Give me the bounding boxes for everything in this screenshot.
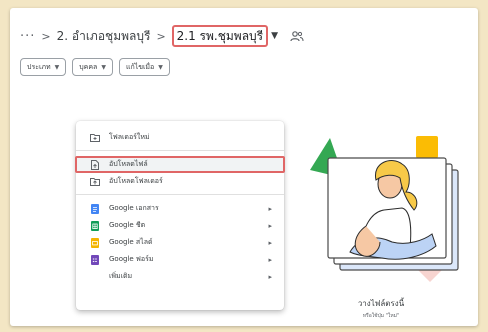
filter-bar: ประเภท ▼ บุคคล ▼ แก้ไขเมื่อ ▼ [20,58,170,76]
breadcrumb-item-current[interactable]: 2.1 รพ.ชุมพลบุรี [171,25,269,47]
filter-people-label: บุคคล [79,62,98,71]
filter-type-chip[interactable]: ประเภท ▼ [20,58,67,76]
google-sheets-icon [90,220,100,231]
menu-item-label: Google เอกสาร [109,204,159,212]
menu-item-label: เพิ่มเติม [109,272,133,280]
menu-item-label: Google สไลด์ [109,238,153,246]
menu-item-label: Google ฟอร์ม [109,255,154,263]
shared-people-icon [290,31,304,42]
menu-item-new-folder[interactable]: โฟลเดอร์ใหม่ [76,129,284,146]
chevron-right-icon: ▸ [268,204,272,213]
file-upload-icon [90,159,100,170]
breadcrumb-more-button[interactable]: ··· [20,29,35,44]
menu-item-label: โฟลเดอร์ใหม่ [109,133,150,141]
drive-window: ··· > 2. อำเภอชุมพลบุรี > 2.1 รพ.ชุมพลบุ… [10,8,478,326]
google-forms-icon [90,254,100,265]
google-slides-icon [90,237,100,248]
breadcrumb-separator: > [156,29,166,43]
menu-item-label: อัปโหลดโฟลเดอร์ [109,177,163,185]
empty-state-subtitle: หรือใช้ปุ่ม "ใหม่" [362,313,400,319]
new-item-menu: โฟลเดอร์ใหม่ อัปโหลดไฟล์ อัปโหลดโฟลเดอร์… [75,121,285,310]
filter-modified-label: แก้ไขเมื่อ [125,62,155,71]
chevron-right-icon: ▸ [268,238,272,247]
menu-item-upload-folder[interactable]: อัปโหลดโฟลเดอร์ [76,173,284,190]
yellow-square-shape [416,136,438,158]
chevron-right-icon: ▸ [268,255,272,264]
menu-divider [76,194,284,195]
filter-type-label: ประเภท [27,62,51,71]
menu-item-label: อัปโหลดไฟล์ [109,160,148,168]
menu-item-google-sheets[interactable]: Google ชีต ▸ [76,217,284,234]
menu-item-google-forms[interactable]: Google ฟอร์ม ▸ [76,251,284,268]
chevron-right-icon: ▸ [268,272,272,281]
menu-item-label: Google ชีต [109,221,146,229]
filter-people-chip[interactable]: บุคคล ▼ [72,58,113,76]
blank-icon [90,272,100,282]
menu-item-google-docs[interactable]: Google เอกสาร ▸ [76,200,284,217]
menu-divider [76,150,284,151]
folder-upload-icon [90,177,100,187]
chevron-down-icon: ▼ [54,63,60,71]
menu-item-upload-file[interactable]: อัปโหลดไฟล์ [75,156,285,173]
filter-modified-chip[interactable]: แก้ไขเมื่อ ▼ [118,58,170,76]
new-folder-icon [90,133,100,143]
breadcrumb: ··· > 2. อำเภอชุมพลบุรี > 2.1 รพ.ชุมพลบุ… [20,24,304,48]
google-docs-icon [90,203,100,214]
menu-item-more[interactable]: เพิ่มเติม ▸ [76,268,284,285]
breadcrumb-separator: > [41,29,51,43]
empty-folder-illustration [310,136,459,282]
breadcrumb-item-district[interactable]: 2. อำเภอชุมพลบุรี [57,27,151,46]
chevron-down-icon: ▼ [101,63,106,71]
chevron-down-icon[interactable]: ▼ [271,31,278,41]
chevron-down-icon: ▼ [158,63,163,71]
menu-item-google-slides[interactable]: Google สไลด์ ▸ [76,234,284,251]
chevron-right-icon: ▸ [268,221,272,230]
empty-state-title: วางไฟล์ตรงนี้ [357,299,405,308]
